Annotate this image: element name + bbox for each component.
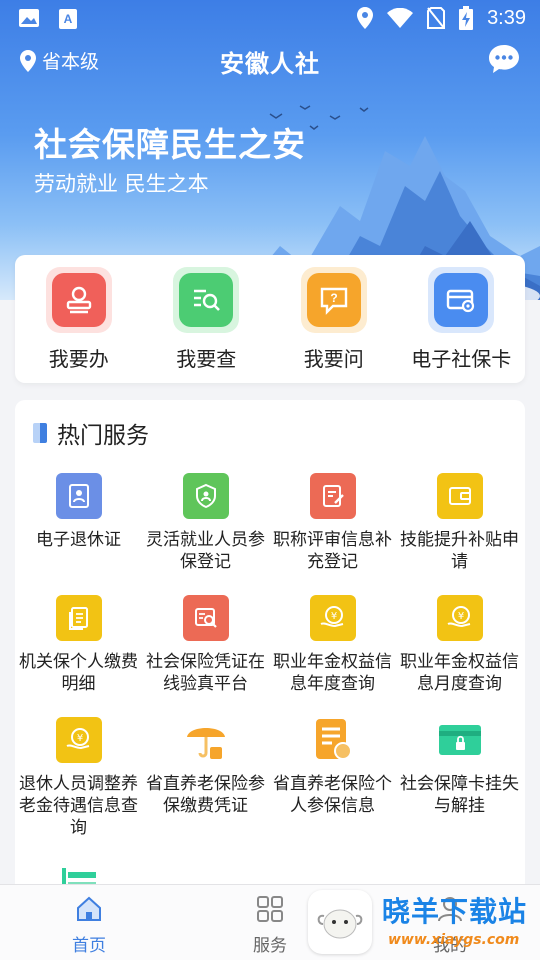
service-item[interactable]: 社会保险凭证在线验真平台 (142, 595, 269, 695)
tab-label: 首页 (72, 936, 106, 956)
service-item[interactable]: ¥ 职业年金权益信息年度查询 (269, 595, 396, 695)
location-status-icon (357, 7, 374, 29)
section-header: 热门服务 (33, 416, 149, 450)
umbrella-icon (183, 717, 229, 763)
service-label: 职业年金权益信息月度查询 (400, 652, 519, 694)
grid-icon (257, 896, 283, 922)
no-sim-icon (427, 7, 446, 29)
service-label: 社会保险凭证在线验真平台 (146, 652, 265, 694)
section-marker (33, 423, 47, 443)
quick-action-query[interactable]: 我要查 (143, 255, 271, 383)
card-settings-icon (434, 273, 489, 327)
edit-doc-icon (309, 473, 356, 519)
shield-user-icon (182, 473, 229, 519)
font-app-icon: A (59, 9, 77, 29)
page-title: 安徽人社 (220, 50, 320, 78)
service-item[interactable]: ¥ 职业年金权益信息月度查询 (396, 595, 523, 695)
service-item[interactable]: 技能提升补贴申请 (396, 473, 523, 573)
service-label: 技能提升补贴申请 (400, 530, 519, 572)
svg-text:A: A (64, 12, 73, 26)
yuan-hand-icon: ¥ (436, 595, 483, 641)
quick-action-handle[interactable]: 我要办 (15, 255, 143, 383)
image-icon (19, 9, 39, 27)
status-time: 3:39 (487, 6, 526, 29)
service-label: 灵活就业人员参保登记 (146, 530, 265, 572)
wifi-icon (387, 8, 414, 28)
service-item[interactable]: 省直养老保险个人参保信息 (269, 717, 396, 817)
service-label: 机关保个人缴费明细 (19, 652, 138, 694)
quick-action-label: 我要查 (176, 347, 237, 371)
quick-actions-card: 我要办 我要查 ? 我要问 电子社保卡 (15, 255, 525, 383)
yuan-hand-icon: ¥ (309, 595, 356, 641)
service-label: 职业年金权益信息年度查询 (273, 652, 392, 694)
svg-text:¥: ¥ (457, 611, 463, 622)
id-card-icon (55, 473, 102, 519)
quick-action-label: 我要办 (48, 347, 109, 371)
quick-action-ecard[interactable]: 电子社保卡 (398, 255, 526, 383)
svg-text:?: ? (330, 291, 337, 305)
service-item[interactable]: 电子退休证 (15, 473, 142, 551)
stamp-icon (51, 273, 106, 327)
quick-action-ask[interactable]: ? 我要问 (270, 255, 398, 383)
wallet-icon (436, 473, 483, 519)
service-label: 退休人员调整养老金待遇信息查询 (19, 774, 138, 838)
banner-subline: 劳动就业 民生之本 (34, 172, 209, 196)
banner-headline: 社会保障民生之安 (34, 125, 306, 164)
hot-services-card: 热门服务 电子退休证 灵活就业人员参保登记 职称评审信息补充登记 技能提升补贴申… (15, 400, 525, 920)
verify-search-icon (182, 595, 229, 641)
watermark-brand: 晓羊下载站 (382, 895, 528, 928)
service-item[interactable]: 机关保个人缴费明细 (15, 595, 142, 695)
section-title: 热门服务 (57, 423, 149, 449)
service-label: 职称评审信息补充登记 (273, 530, 392, 572)
service-label: 电子退休证 (36, 530, 121, 550)
svg-text:¥: ¥ (330, 611, 336, 622)
service-label: 社会保障卡挂失与解挂 (400, 774, 519, 816)
chat-icon[interactable] (488, 43, 520, 75)
service-label: 省直养老保险参保缴费凭证 (146, 774, 265, 816)
sheep-logo-icon (308, 890, 372, 954)
service-item[interactable]: 社会保障卡挂失与解挂 (396, 717, 523, 817)
service-item[interactable]: 省直养老保险参保缴费凭证 (142, 717, 269, 817)
svg-text:¥: ¥ (76, 733, 82, 744)
service-item[interactable]: 灵活就业人员参保登记 (142, 473, 269, 573)
tab-home[interactable]: 首页 (34, 893, 144, 956)
lock-card-icon (437, 717, 483, 763)
search-list-icon (179, 273, 234, 327)
site-watermark: 晓羊下载站 www.xiaygs.com (308, 888, 540, 958)
doc-badge-icon (310, 717, 356, 763)
service-label: 省直养老保险个人参保信息 (273, 774, 392, 816)
question-chat-icon: ? (306, 273, 361, 327)
battery-charging-icon (459, 6, 474, 30)
quick-action-label: 我要问 (303, 347, 364, 371)
status-bar: A 3:39 (0, 0, 540, 36)
service-item[interactable]: 职称评审信息补充登记 (269, 473, 396, 573)
app-header: 省本级 安徽人社 (0, 38, 540, 84)
home-icon (77, 896, 101, 921)
watermark-url: www.xiaygs.com (388, 932, 520, 948)
service-item[interactable]: ¥ 退休人员调整养老金待遇信息查询 (15, 717, 142, 839)
quick-action-label: 电子社保卡 (411, 347, 512, 371)
document-icon (55, 595, 102, 641)
yuan-hand-icon: ¥ (55, 717, 102, 763)
